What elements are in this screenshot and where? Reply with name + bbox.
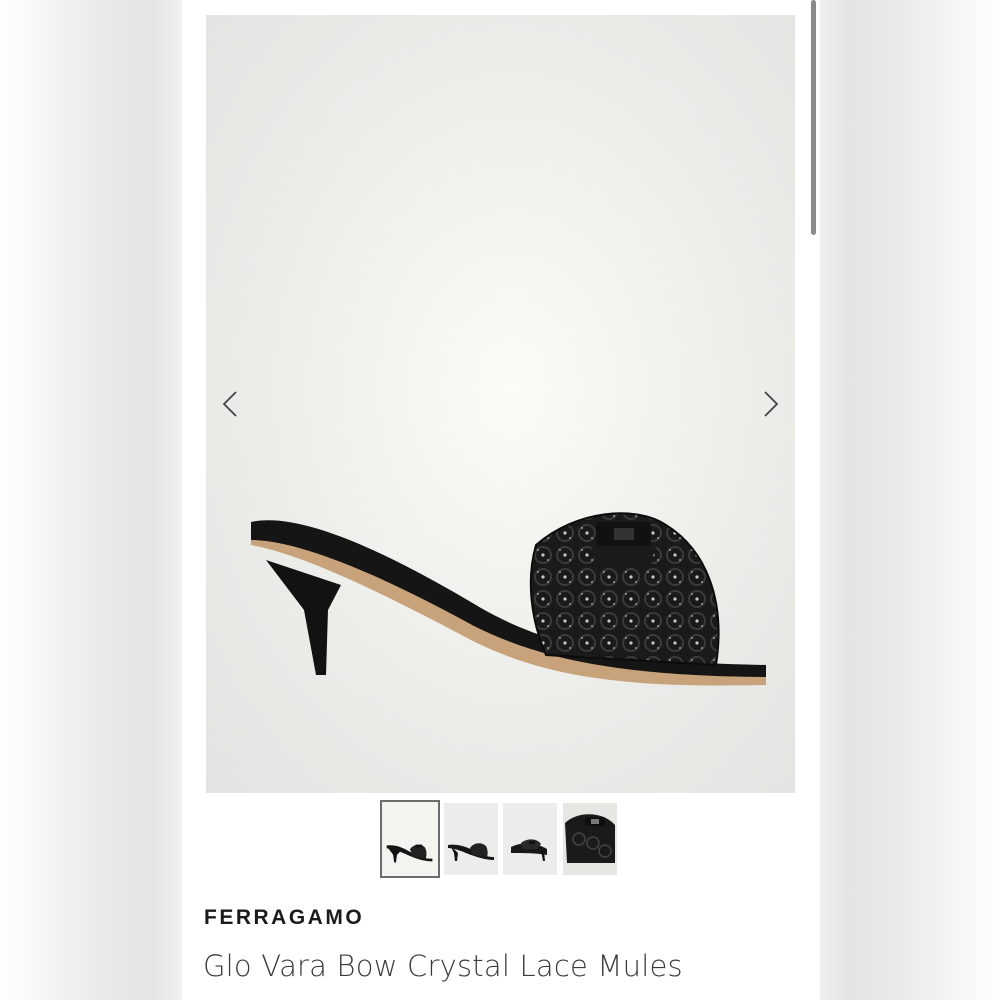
next-image-button[interactable]	[755, 389, 785, 419]
scrollbar[interactable]	[811, 0, 816, 235]
product-title: Glo Vara Bow Crystal Lace Mules	[203, 949, 683, 983]
thumbnail-2[interactable]	[444, 803, 498, 875]
product-hero-image	[206, 15, 795, 793]
chevron-left-icon	[222, 391, 237, 417]
product-page: FERRAGAMO Glo Vara Bow Crystal Lace Mule…	[182, 0, 820, 1000]
shoe-thumbnail-detail	[563, 803, 617, 875]
thumbnail-4[interactable]	[563, 803, 617, 875]
chevron-right-icon	[764, 391, 779, 417]
thumbnail-3[interactable]	[503, 803, 557, 875]
thumbnail-1[interactable]	[380, 800, 440, 878]
shoe-thumbnail-pair	[511, 839, 547, 861]
shoe-thumbnail-angle	[448, 843, 494, 861]
shoe-illustration	[251, 512, 766, 686]
brand-name[interactable]: FERRAGAMO	[204, 906, 364, 930]
previous-image-button[interactable]	[216, 389, 246, 419]
shoe-thumbnail-side	[386, 844, 433, 863]
